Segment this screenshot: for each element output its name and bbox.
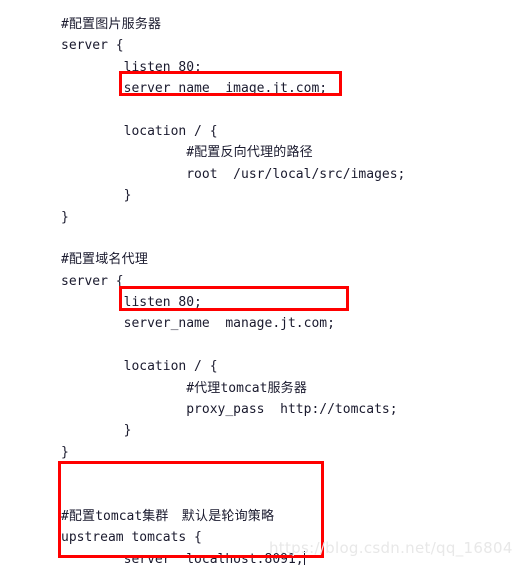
cjk-run: 服务器 (267, 380, 308, 396)
ascii-run: } (61, 188, 132, 204)
ascii-run: location / { (61, 123, 218, 139)
ascii-run: server_name manage.jt.com; (61, 316, 335, 332)
code-line: #配置图片服务器 (61, 14, 501, 35)
ascii-run: server localhost:8091; (61, 551, 304, 567)
watermark-text: https://blog.csdn.net/qq_16804847 (269, 539, 513, 557)
ascii-run: # (61, 17, 69, 32)
cjk-run: 配置 (68, 508, 96, 524)
code-line: proxy_pass http://tomcats; (61, 399, 501, 420)
screenshot-root: #配置图片服务器 server { listen 80; server_name … (0, 0, 513, 569)
code-line: root /usr/local/src/images; (61, 164, 501, 185)
ascii-run: # (61, 252, 69, 268)
code-line: #配置tomcat集群 默认是轮询策略 (61, 506, 501, 527)
code-line: server { (61, 271, 501, 292)
code-line: #代理tomcat服务器 (61, 378, 501, 399)
code-line: } (61, 420, 501, 441)
ascii-run: proxy_pass http://tomcats; (61, 402, 398, 418)
ascii-run: tomcat (220, 380, 268, 396)
cjk-run: 集群 默认是轮询策略 (142, 508, 275, 524)
ascii-run: server_name image.jt.com; (61, 81, 328, 97)
code-line: server_name manage.jt.com; (61, 313, 501, 334)
ascii-run: # (61, 380, 195, 396)
cjk-run: 配置域名代理 (68, 252, 149, 268)
ascii-run: listen 80; (61, 59, 202, 75)
ascii-run: } (61, 444, 69, 460)
code-line: #配置反向代理的路径 (61, 142, 501, 163)
ascii-run: upstream tomcats { (61, 530, 202, 546)
ascii-run: listen 80; (61, 295, 202, 311)
ascii-run: } (61, 423, 132, 439)
ascii-run: server { (61, 273, 124, 289)
cjk-run: 配置图片服务器 (68, 17, 162, 32)
cjk-run: 代理 (194, 380, 221, 396)
code-line: location / { (61, 121, 501, 142)
code-line: location / { (61, 356, 501, 377)
ascii-run: tomcat (95, 508, 143, 524)
code-line: server_name image.jt.com; (61, 78, 501, 99)
ascii-run: } (61, 209, 69, 225)
ascii-run: # (61, 145, 195, 161)
cjk-run: 配置反向代理的路径 (194, 145, 313, 161)
ascii-run: server { (61, 38, 124, 54)
code-line: listen 80; (61, 57, 501, 78)
code-line: server { (61, 35, 501, 56)
ascii-run: # (61, 508, 69, 524)
ascii-run: root /usr/local/src/images; (61, 166, 406, 182)
code-line: listen 80; (61, 292, 501, 313)
code-line: } (61, 207, 501, 228)
ascii-run: location / { (61, 359, 218, 375)
code-line: } (61, 442, 501, 463)
nginx-config-code-block: #配置图片服务器 server { listen 80; server_name … (61, 14, 501, 569)
code-line: #配置域名代理 (61, 249, 501, 270)
code-line: } (61, 185, 501, 206)
